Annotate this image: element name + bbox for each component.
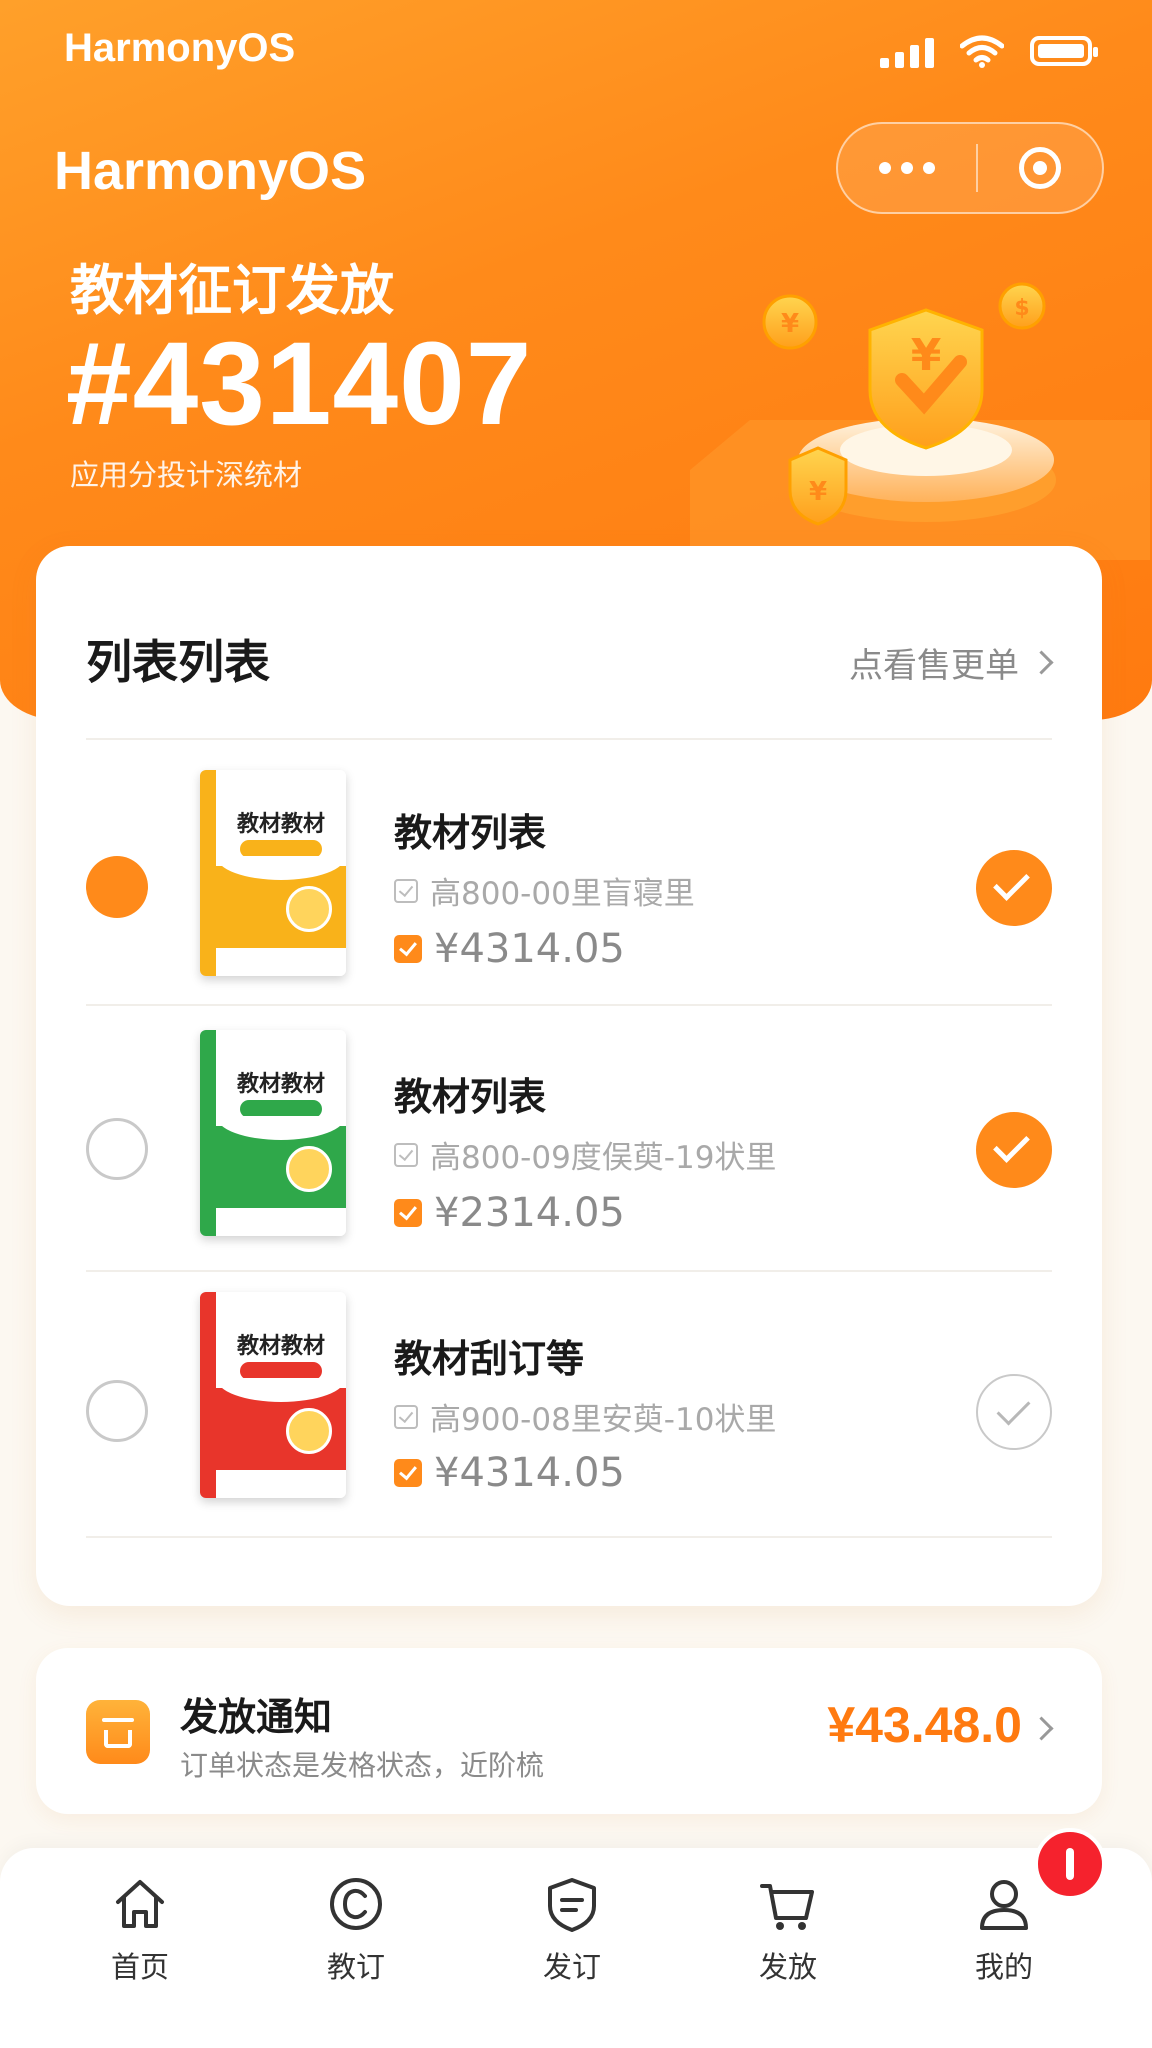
tab-distribute[interactable]: 发放 [708, 1874, 868, 1986]
book-cover: 教材教材 [200, 1030, 346, 1236]
notice-description: 订单状态是发格状态，近阶梳 [180, 1749, 545, 1782]
target-icon[interactable] [978, 147, 1102, 189]
mini-program-capsule [836, 122, 1104, 214]
copyright-circle-icon [330, 1878, 382, 1930]
alert-badge-icon[interactable] [1034, 1828, 1106, 1900]
select-radio[interactable] [86, 1118, 148, 1180]
tab-label: 发订 [542, 1950, 601, 1984]
app-brand: HarmonyOS [54, 141, 367, 201]
cart-icon [760, 1884, 814, 1930]
signal-icon [880, 34, 934, 68]
distribution-notice[interactable]: 发放通知 订单状态是发格状态，近阶梳 ¥43.48.0 [36, 1648, 1102, 1814]
select-radio[interactable] [86, 1380, 148, 1442]
item-name: 教材刮订等 [394, 1337, 585, 1381]
tab-label: 教订 [326, 1950, 385, 1984]
status-bar: HarmonyOS [0, 0, 1152, 100]
tab-home[interactable]: 首页 [60, 1874, 220, 1986]
spec-checkbox-icon[interactable] [394, 1404, 418, 1429]
spec-checkbox-icon[interactable] [394, 878, 418, 903]
order-number: #431407 [66, 318, 533, 450]
item-name: 教材列表 [394, 811, 547, 855]
notice-title: 发放通知 [180, 1695, 333, 1739]
svg-text:$: $ [1014, 296, 1029, 321]
more-dots-icon[interactable] [838, 162, 976, 174]
item-spec: 高800-09度俣萸-19状里 [394, 1132, 776, 1177]
status-icons [880, 34, 1098, 68]
list-card-title: 列表列表 [86, 635, 270, 689]
item-price: ¥2314.05 [394, 1190, 625, 1236]
notice-amount: ¥43.48.0 [827, 1697, 1022, 1753]
svg-text:¥: ¥ [809, 477, 827, 507]
divider [86, 1536, 1052, 1538]
spec-checkbox-icon[interactable] [394, 1142, 418, 1167]
item-name: 教材列表 [394, 1075, 547, 1119]
item-spec-text: 高800-00里盲寝里 [430, 876, 695, 912]
coin-platform-illustration: ¥ ¥ $ ¥ [690, 282, 1150, 560]
book-cover: 教材教材 [200, 1292, 346, 1498]
item-price: ¥4314.05 [394, 1450, 625, 1496]
book-cover-title: 教材教材 [236, 812, 325, 837]
checked-icon[interactable] [976, 850, 1052, 926]
page-subtitle: 应用分投计深统材 [70, 458, 303, 492]
item-price-text: ¥4314.05 [434, 1450, 625, 1496]
page-title: 教材征订发放 [70, 259, 394, 322]
item-spec-text: 高900-08里安萸-10状里 [430, 1402, 777, 1438]
list-item[interactable]: 教材教材 教材刮订等 高900-08里安萸-10状里 ¥4314.05 [36, 1272, 1102, 1536]
checked-icon[interactable] [976, 1112, 1052, 1188]
price-checkbox-icon[interactable] [394, 1199, 422, 1227]
notice-icon [86, 1700, 150, 1764]
book-cover-title: 教材教材 [236, 1334, 325, 1359]
tab-label: 我的 [974, 1950, 1033, 1984]
textbook-list-card: 列表列表 点看售更单 教材教材 教材列表 高800-00里盲寝里 ¥4314.0… [36, 546, 1102, 1606]
book-cover: 教材教材 [200, 770, 346, 976]
home-icon [116, 1880, 164, 1928]
item-price-text: ¥2314.05 [434, 1190, 625, 1236]
view-more-label: 点看售更单 [849, 646, 1019, 686]
price-checkbox-icon[interactable] [394, 935, 422, 963]
view-more-link[interactable]: 点看售更单 [849, 638, 1054, 687]
svg-text:¥: ¥ [911, 330, 942, 381]
list-item[interactable]: 教材教材 教材列表 高800-09度俣萸-19状里 ¥2314.05 [36, 1006, 1102, 1270]
item-spec: 高900-08里安萸-10状里 [394, 1394, 776, 1439]
status-os-name: HarmonyOS [64, 26, 296, 70]
tab-label: 首页 [110, 1950, 169, 1984]
select-radio[interactable] [86, 856, 148, 918]
wifi-icon [960, 35, 1004, 68]
user-icon [980, 1880, 1028, 1930]
svg-text:¥: ¥ [781, 309, 799, 339]
item-spec-text: 高800-09度俣萸-19状里 [430, 1140, 777, 1176]
price-checkbox-icon[interactable] [394, 1459, 422, 1487]
tab-label: 发放 [758, 1950, 817, 1984]
item-spec: 高800-00里盲寝里 [394, 868, 695, 913]
unchecked-icon[interactable] [976, 1374, 1052, 1450]
chevron-right-icon [1029, 650, 1054, 675]
item-price-text: ¥4314.05 [434, 926, 625, 972]
tab-orders[interactable]: 发订 [492, 1874, 652, 1986]
item-price: ¥4314.05 [394, 926, 625, 972]
bottom-tab-bar: 首页 教订 发订 发放 我的 [0, 1848, 1152, 2048]
list-item[interactable]: 教材教材 教材列表 高800-00里盲寝里 ¥4314.05 [36, 740, 1102, 1004]
book-cover-title: 教材教材 [236, 1072, 325, 1097]
tab-subscribe[interactable]: 教订 [276, 1874, 436, 1986]
message-shield-icon [548, 1878, 596, 1932]
chevron-right-icon [1029, 1716, 1054, 1741]
battery-icon [1030, 36, 1098, 66]
